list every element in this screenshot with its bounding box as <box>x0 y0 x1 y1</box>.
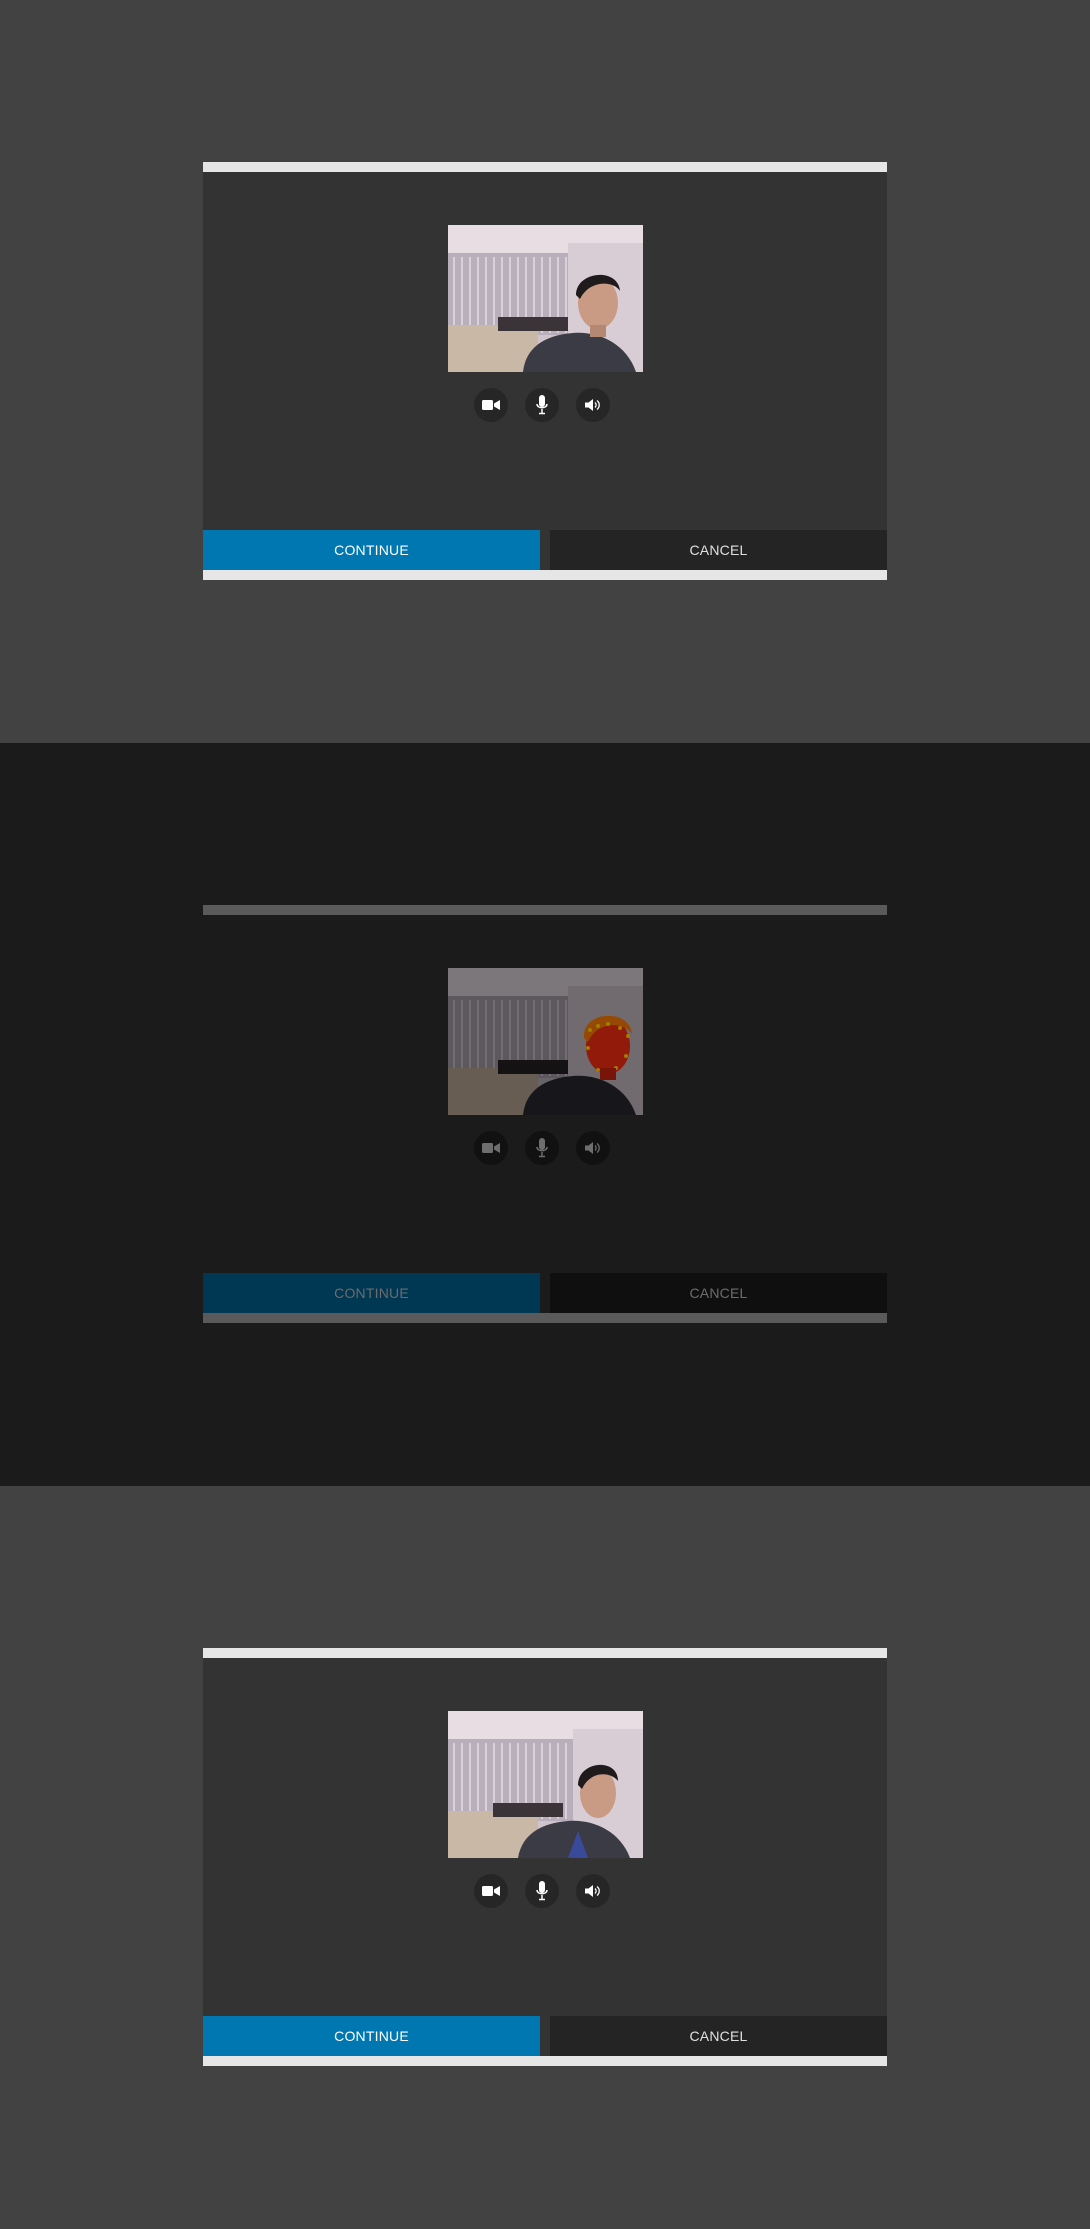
device-setup-dialog: CONTINUE CANCEL <box>203 905 887 1323</box>
speaker-toggle-button[interactable] <box>576 1874 610 1908</box>
video-camera-icon <box>482 1886 500 1896</box>
microphone-icon <box>536 1138 548 1158</box>
dialog-bottom-bar <box>203 1313 887 1323</box>
cancel-button[interactable]: CANCEL <box>550 530 887 570</box>
cancel-button[interactable]: CANCEL <box>550 1273 887 1313</box>
dialog-top-bar <box>203 905 887 915</box>
speaker-icon <box>585 399 600 411</box>
microphone-toggle-button[interactable] <box>525 1874 559 1908</box>
continue-button[interactable]: CONTINUE <box>203 530 540 570</box>
camera-preview <box>448 225 643 372</box>
video-camera-icon <box>482 400 500 410</box>
device-controls <box>474 1131 616 1165</box>
dialog-top-bar <box>203 162 887 172</box>
device-controls <box>474 1874 616 1908</box>
screen-2: CONTINUE CANCEL <box>0 743 1090 1486</box>
screen-3: CONTINUE CANCEL <box>0 1486 1090 2229</box>
microphone-icon <box>536 395 548 415</box>
microphone-toggle-button[interactable] <box>525 1131 559 1165</box>
dialog-bottom-bar <box>203 2056 887 2066</box>
speaker-toggle-button[interactable] <box>576 388 610 422</box>
dialog-top-bar <box>203 1648 887 1658</box>
speaker-toggle-button[interactable] <box>576 1131 610 1165</box>
video-camera-icon <box>482 1143 500 1153</box>
camera-preview <box>448 1711 643 1858</box>
speaker-icon <box>585 1142 600 1154</box>
screen-1: CONTINUE CANCEL <box>0 0 1090 743</box>
device-setup-dialog: CONTINUE CANCEL <box>203 162 887 580</box>
camera-preview <box>448 968 643 1115</box>
dialog-bottom-bar <box>203 570 887 580</box>
microphone-icon <box>536 1881 548 1901</box>
device-controls <box>474 388 616 422</box>
continue-button[interactable]: CONTINUE <box>203 2016 540 2056</box>
camera-toggle-button[interactable] <box>474 1874 508 1908</box>
speaker-icon <box>585 1885 600 1897</box>
microphone-toggle-button[interactable] <box>525 388 559 422</box>
camera-toggle-button[interactable] <box>474 388 508 422</box>
cancel-button[interactable]: CANCEL <box>550 2016 887 2056</box>
continue-button[interactable]: CONTINUE <box>203 1273 540 1313</box>
device-setup-dialog: CONTINUE CANCEL <box>203 1648 887 2066</box>
camera-toggle-button[interactable] <box>474 1131 508 1165</box>
